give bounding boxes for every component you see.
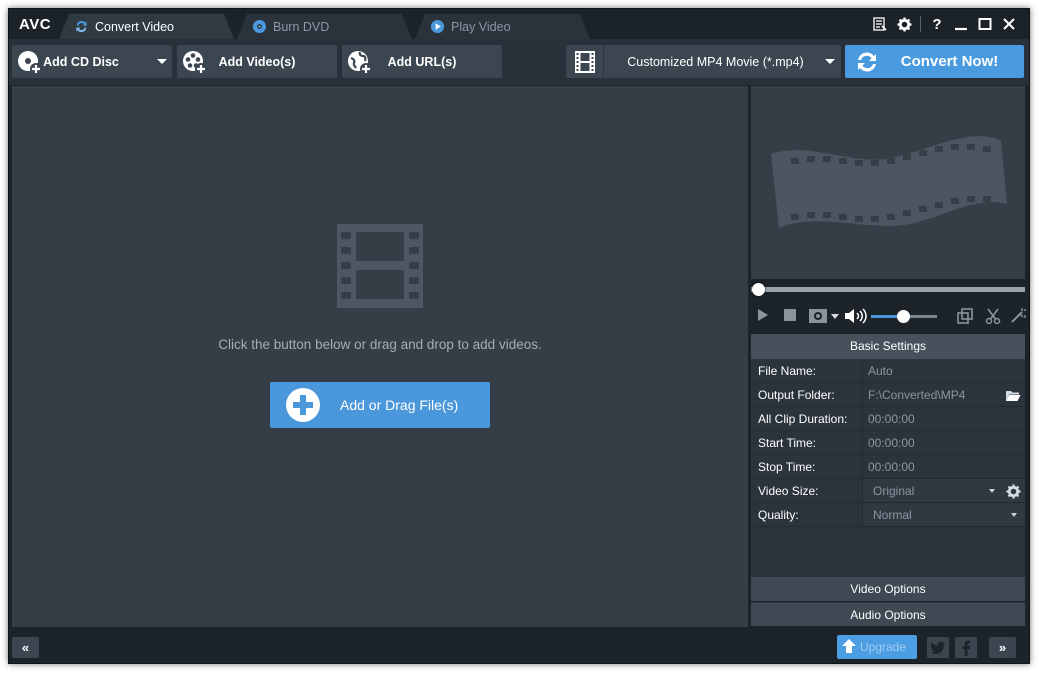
audio-options-header[interactable]: Audio Options [751, 602, 1025, 626]
stop-time-field[interactable]: 00:00:00 [863, 455, 1025, 478]
quality-select[interactable]: Normal [863, 503, 1025, 526]
facebook-icon[interactable] [955, 637, 977, 658]
app-logo: AVC [19, 16, 52, 33]
setting-row-video-size: Video Size: Original [751, 479, 1025, 503]
volume-handle[interactable] [897, 310, 910, 323]
tab-label: Convert Video [95, 19, 174, 34]
help-button[interactable]: ? [925, 14, 949, 34]
setting-label: Video Size: [751, 479, 863, 502]
output-profile-select[interactable]: Customized MP4 Movie (*.mp4) [566, 45, 841, 78]
bottom-bar: « Upgrade » [9, 629, 1029, 663]
output-folder-field[interactable]: F:\Converted\MP4 [863, 383, 1025, 406]
window-controls: ? [868, 14, 1021, 34]
title-bar: AVC Convert Video Burn DVD Play Video ? [9, 9, 1029, 39]
tab-play-video[interactable]: Play Video [415, 14, 590, 39]
twitter-icon[interactable] [927, 637, 949, 658]
convert-icon [73, 19, 89, 35]
maximize-icon[interactable] [973, 14, 997, 34]
video-preview [751, 86, 1025, 279]
video-options-header[interactable]: Video Options [751, 577, 1025, 601]
quality-value: Normal [873, 508, 912, 522]
minimize-icon[interactable] [949, 14, 973, 34]
seek-handle[interactable] [752, 283, 765, 296]
list-icon[interactable] [868, 14, 892, 34]
convert-now-button[interactable]: Convert Now! [845, 45, 1024, 78]
gear-icon[interactable] [892, 14, 916, 34]
basic-settings-panel: Basic Settings File Name: Auto Output Fo… [751, 334, 1025, 577]
app-window: AVC Convert Video Burn DVD Play Video ? … [8, 8, 1030, 664]
close-icon[interactable] [997, 14, 1021, 34]
add-cd-label: Add CD Disc [43, 54, 119, 69]
tab-label: Play Video [451, 19, 511, 34]
setting-row-all-clip-duration: All Clip Duration: 00:00:00 [751, 407, 1025, 431]
seek-bar[interactable] [751, 287, 1025, 292]
plus-icon [286, 388, 320, 422]
setting-label: Stop Time: [751, 455, 863, 478]
collapse-left-button[interactable]: « [12, 637, 39, 658]
chevron-down-icon [989, 489, 995, 493]
setting-label: Start Time: [751, 431, 863, 454]
play-circle-icon [429, 19, 445, 35]
scissors-icon[interactable] [985, 308, 1001, 324]
setting-row-quality: Quality: Normal [751, 503, 1025, 527]
chevron-down-icon[interactable] [825, 59, 835, 64]
volume-icon[interactable] [844, 308, 868, 324]
setting-label: Quality: [751, 503, 863, 526]
drop-hint-text: Click the button below or drag and drop … [218, 337, 542, 352]
output-folder-value: F:\Converted\MP4 [868, 388, 966, 402]
tab-label: Burn DVD [273, 19, 330, 34]
convert-now-label: Convert Now! [900, 53, 999, 70]
file-name-field[interactable]: Auto [863, 359, 1025, 382]
disc-icon [251, 19, 267, 35]
divider [920, 16, 921, 32]
film-reel-icon [771, 136, 1007, 228]
snapshot-icon[interactable] [809, 308, 839, 324]
crop-icon[interactable] [957, 308, 973, 324]
profile-label: Customized MP4 Movie (*.mp4) [627, 54, 804, 69]
start-time-field[interactable]: 00:00:00 [863, 431, 1025, 454]
upgrade-icon [841, 638, 857, 657]
toolbar: Add CD Disc Add Video(s) Add URL(s) Cust… [9, 39, 1029, 85]
expand-right-button[interactable]: » [989, 637, 1016, 658]
video-size-select[interactable]: Original [863, 479, 1025, 502]
play-icon[interactable] [757, 308, 769, 322]
setting-label: Output Folder: [751, 383, 863, 406]
effects-wand-icon[interactable] [1010, 308, 1026, 324]
setting-label: All Clip Duration: [751, 407, 863, 430]
setting-row-output-folder: Output Folder: F:\Converted\MP4 [751, 383, 1025, 407]
upgrade-button[interactable]: Upgrade [837, 635, 917, 659]
stop-icon[interactable] [784, 309, 796, 321]
add-or-drag-label: Add or Drag File(s) [340, 397, 459, 413]
add-videos-label: Add Video(s) [218, 54, 296, 69]
all-clip-duration-value: 00:00:00 [868, 412, 915, 426]
setting-label: File Name: [751, 359, 863, 382]
setting-row-start-time: Start Time: 00:00:00 [751, 431, 1025, 455]
player-controls [751, 303, 1026, 329]
convert-icon [849, 49, 885, 75]
add-videos-button[interactable]: Add Video(s) [177, 45, 337, 78]
video-drop-area[interactable]: Click the button below or drag and drop … [12, 86, 748, 627]
add-url-label: Add URL(s) [387, 54, 457, 69]
basic-settings-header[interactable]: Basic Settings [751, 334, 1025, 359]
add-url-button[interactable]: Add URL(s) [342, 45, 502, 78]
film-icon [337, 224, 423, 311]
video-size-value: Original [873, 484, 915, 498]
tab-convert-video[interactable]: Convert Video [59, 14, 234, 39]
tab-burn-dvd[interactable]: Burn DVD [237, 14, 412, 39]
setting-row-file-name: File Name: Auto [751, 359, 1025, 383]
add-or-drag-files-button[interactable]: Add or Drag File(s) [270, 382, 490, 428]
chevron-down-icon [1011, 513, 1017, 517]
setting-row-stop-time: Stop Time: 00:00:00 [751, 455, 1025, 479]
film-icon [566, 45, 604, 78]
chevron-down-icon[interactable] [157, 59, 167, 64]
upgrade-label: Upgrade [860, 640, 907, 654]
add-cd-disc-button[interactable]: Add CD Disc [12, 45, 172, 78]
